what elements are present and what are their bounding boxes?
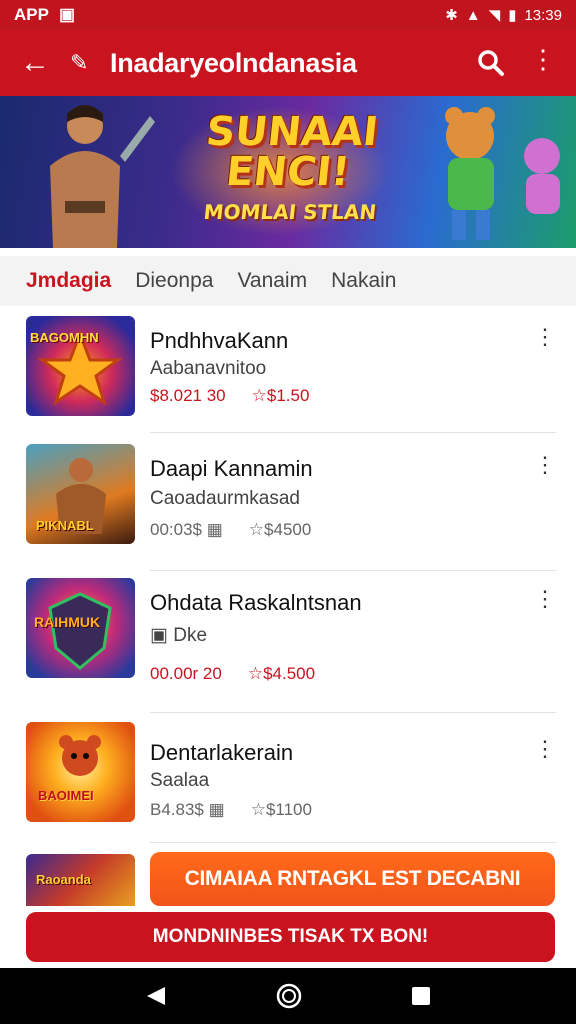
back-icon[interactable]: ← bbox=[0, 46, 70, 80]
thumbnail-label: RAIHMUK bbox=[34, 614, 101, 630]
wifi-icon: ◥ bbox=[488, 7, 501, 24]
status-bar: APP ▣ ✱ ▲ ◥ ▮ 13:39 bbox=[0, 0, 576, 30]
game-price: $8.021 30 bbox=[150, 386, 226, 405]
bear-mascot-icon bbox=[445, 107, 560, 240]
signal-icon: ▲ bbox=[465, 6, 481, 24]
game-meta: 00:03$ ▦ ☆$4500 bbox=[150, 520, 311, 540]
back-icon[interactable] bbox=[145, 985, 167, 1007]
bluetooth-icon: ✱ bbox=[445, 7, 458, 24]
game-thumbnail: RAIHMUK bbox=[26, 578, 135, 678]
game-thumbnail[interactable]: Raoanda bbox=[26, 854, 135, 906]
tab-nakain[interactable]: Nakain bbox=[331, 269, 396, 293]
thumbnail-label: Raoanda bbox=[36, 872, 91, 887]
image-icon: ▣ bbox=[150, 625, 168, 646]
thumbnail-label: BAOIMEI bbox=[38, 788, 94, 803]
game-rating: ☆$4.500 bbox=[247, 664, 316, 683]
banner-title: SUNAAI ENCI! bbox=[203, 109, 381, 195]
page-title: Inadaryeolndanasia bbox=[110, 47, 357, 78]
system-nav-bar bbox=[0, 968, 576, 1024]
promo-banner[interactable]: SUNAAI ENCI! MOMLAI STLAN bbox=[0, 96, 576, 248]
divider bbox=[150, 712, 556, 713]
tab-vanaim[interactable]: Vanaim bbox=[237, 269, 307, 293]
game-subtitle: ▣ Dke bbox=[150, 625, 208, 646]
game-title: Dentarlakerain bbox=[150, 740, 294, 765]
app-bar: ← ✎ Inadaryeolndanasia ⋮ bbox=[0, 30, 576, 96]
star-icon: ☆ bbox=[250, 800, 266, 819]
list-item[interactable]: RAIHMUK Ohdata Raskalntsnan ▣ Dke 00.00r… bbox=[0, 578, 576, 713]
game-meta: 00.00r 20 ☆$4.500 bbox=[150, 664, 315, 684]
game-thumbnail: PIKNABL bbox=[26, 444, 135, 544]
home-icon[interactable] bbox=[276, 983, 302, 1009]
game-title: Ohdata Raskalntsnan bbox=[150, 590, 362, 615]
thumbnail-label: PIKNABL bbox=[36, 518, 94, 533]
game-rating: ☆$1100 bbox=[250, 800, 312, 819]
star-icon: ☆ bbox=[248, 520, 265, 539]
game-rating: ☆$1.50 bbox=[251, 386, 310, 405]
thumbnail-label: BAGOMHN bbox=[30, 330, 99, 345]
game-subtitle: Saalaa bbox=[150, 770, 210, 791]
notification-icon: ▣ bbox=[58, 5, 76, 24]
game-meta: $8.021 30 ☆$1.50 bbox=[150, 386, 309, 406]
more-icon[interactable]: ⋮ bbox=[534, 326, 556, 348]
calendar-icon: ▦ bbox=[208, 800, 225, 819]
battery-icon: ▮ bbox=[508, 7, 517, 24]
calendar-icon: ▦ bbox=[206, 520, 223, 539]
divider bbox=[150, 570, 556, 571]
warrior-icon bbox=[50, 105, 155, 248]
more-icon[interactable]: ⋮ bbox=[530, 46, 556, 72]
tab-jmdagia[interactable]: Jmdagia bbox=[26, 269, 111, 293]
mascot-icon bbox=[59, 735, 101, 776]
game-thumbnail: BAOIMEI bbox=[26, 722, 135, 822]
star-icon: ☆ bbox=[247, 664, 264, 683]
category-tabs: Jmdagia Dieonpa Vanaim Nakain bbox=[0, 256, 576, 306]
more-icon[interactable]: ⋮ bbox=[534, 738, 556, 760]
game-price: B4.83$ ▦ bbox=[150, 800, 225, 819]
game-rating: ☆$4500 bbox=[248, 520, 312, 539]
more-icon[interactable]: ⋮ bbox=[534, 588, 556, 610]
app-label: APP bbox=[14, 5, 49, 24]
tab-dieonpa[interactable]: Dieonpa bbox=[135, 269, 213, 293]
game-price: 00.00r 20 bbox=[150, 664, 222, 683]
divider bbox=[150, 842, 556, 843]
more-icon[interactable]: ⋮ bbox=[534, 454, 556, 476]
star-icon: ☆ bbox=[251, 386, 267, 405]
game-price: 00:03$ ▦ bbox=[150, 520, 223, 539]
list-item[interactable]: BAOIMEI Dentarlakerain Saalaa B4.83$ ▦ ☆… bbox=[0, 720, 576, 850]
clock: 13:39 bbox=[524, 6, 562, 24]
orange-cta-button[interactable]: CIMAIAA RNTAGKL EST DECABNI bbox=[150, 852, 555, 906]
game-title: PndhhvaKann bbox=[150, 328, 289, 353]
game-thumbnail: BAGOMHN bbox=[26, 316, 135, 416]
divider bbox=[150, 432, 556, 433]
recents-icon[interactable] bbox=[411, 986, 431, 1006]
banner-subtitle: MOMLAI STLAN bbox=[202, 200, 378, 224]
list-item[interactable]: BAGOMHN PndhhvaKann Aabanavnitoo $8.021 … bbox=[0, 306, 576, 436]
edit-icon[interactable]: ✎ bbox=[70, 50, 110, 76]
game-title: Daapi Kannamin bbox=[150, 456, 313, 481]
red-cta-button[interactable]: MONDNINBES TISAK TX BON! bbox=[26, 912, 555, 962]
search-icon[interactable] bbox=[476, 48, 506, 83]
game-meta: B4.83$ ▦ ☆$1100 bbox=[150, 800, 312, 820]
game-subtitle: Caoadaurmkasad bbox=[150, 488, 300, 509]
game-subtitle: Aabanavnitoo bbox=[150, 358, 267, 379]
list-item[interactable]: PIKNABL Daapi Kannamin Caoadaurmkasad 00… bbox=[0, 436, 576, 571]
